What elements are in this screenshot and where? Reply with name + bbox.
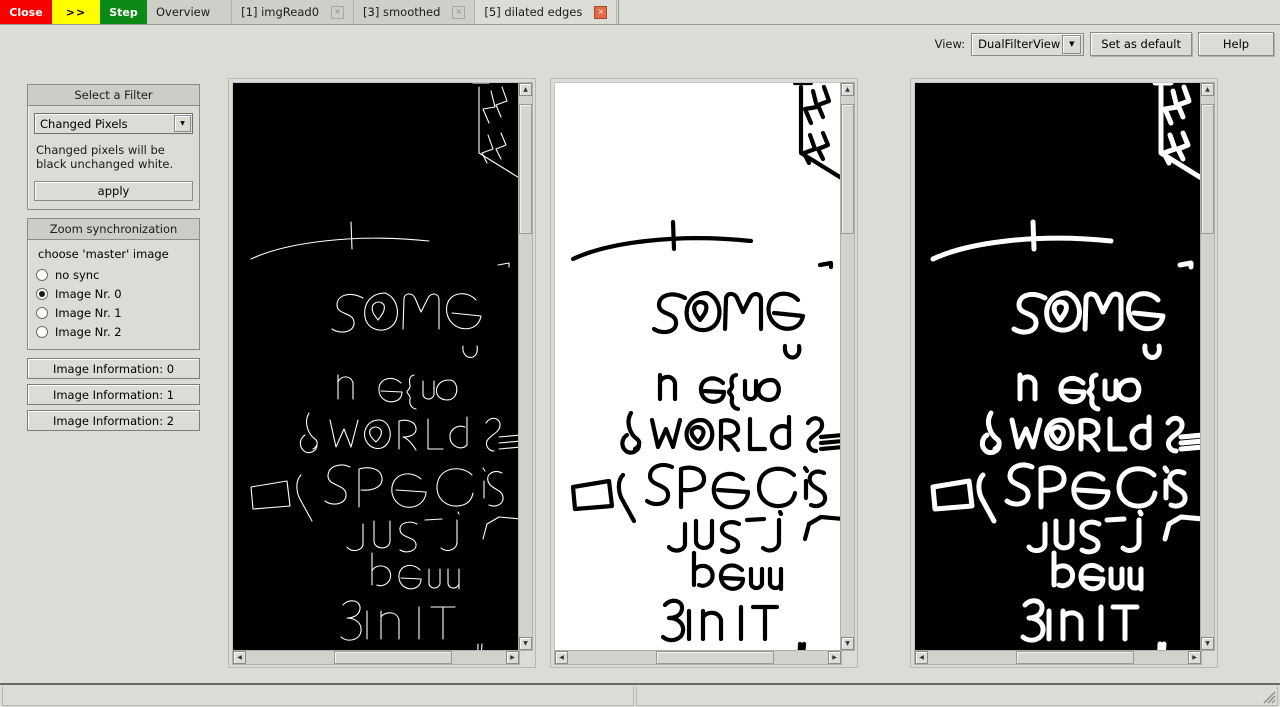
radio-image-2[interactable]: Image Nr. 2 [36,322,191,341]
radio-icon [36,306,48,319]
radio-image-1[interactable]: Image Nr. 1 [36,303,191,322]
top-toolbar: Close >> Step Overview [1] imgRead0 × [3… [0,0,1280,25]
tab-dilated-edges[interactable]: [5] dilated edges × [475,0,618,24]
scroll-down-icon[interactable]: ▼ [519,637,532,650]
edge-image-1 [555,83,841,650]
vertical-scrollbar-2[interactable]: ▲ ▼ [1200,82,1215,651]
tab-label: [3] smoothed [363,5,441,19]
select-filter-group: Select a Filter Changed Pixels ▼ Changed… [27,84,200,210]
tab-bar-divider [618,0,620,24]
zoom-sync-title: Zoom synchronization [28,219,199,240]
filter-description: Changed pixels will be black unchanged w… [36,143,174,171]
view-select[interactable]: DualFilterView ▼ [971,32,1085,56]
chevron-down-icon[interactable]: ▼ [1062,34,1082,54]
radio-label: Image Nr. 2 [55,324,122,339]
image-canvas-0[interactable] [232,82,520,651]
tab-label: [1] imgRead0 [241,5,320,19]
tab-label: Overview [156,5,211,19]
application-window: Close >> Step Overview [1] imgRead0 × [3… [0,0,1280,707]
horizontal-scrollbar-2[interactable]: ◀ ▶ [914,650,1202,665]
scroll-down-icon[interactable]: ▼ [841,637,854,650]
scroll-left-icon[interactable]: ◀ [915,651,928,664]
tab-smoothed[interactable]: [3] smoothed × [354,0,476,24]
vertical-scrollbar-0[interactable]: ▲ ▼ [518,82,533,651]
radio-label: Image Nr. 0 [55,286,122,301]
edge-image-2 [915,83,1201,650]
edge-image-0 [233,83,519,650]
help-button[interactable]: Help [1198,32,1274,56]
radio-label: Image Nr. 1 [55,305,122,320]
scroll-left-icon[interactable]: ◀ [233,651,246,664]
view-select-value: DualFilterView [978,37,1061,51]
scroll-up-icon[interactable]: ▲ [519,83,532,96]
radio-icon [36,325,48,338]
next-button[interactable]: >> [52,0,100,24]
scroll-up-icon[interactable]: ▲ [1201,83,1214,96]
scroll-right-icon[interactable]: ▶ [506,651,519,664]
scroll-up-icon[interactable]: ▲ [841,83,854,96]
filter-select-value: Changed Pixels [40,116,128,131]
tab-imgread0[interactable]: [1] imgRead0 × [232,0,355,24]
status-bar [0,683,1280,707]
horizontal-scroll-thumb[interactable] [334,651,452,664]
apply-button[interactable]: apply [34,181,193,201]
image-canvas-1[interactable] [554,82,842,651]
tab-overview[interactable]: Overview [147,0,233,24]
scroll-right-icon[interactable]: ▶ [1188,651,1201,664]
radio-icon [36,268,48,281]
horizontal-scrollbar-1[interactable]: ◀ ▶ [554,650,842,665]
tab-close-icon[interactable]: × [452,5,466,19]
close-button[interactable]: Close [0,0,52,24]
vertical-scroll-thumb[interactable] [519,104,532,234]
zoom-sync-hint: choose 'master' image [38,247,169,261]
image-information-0-button[interactable]: Image Information: 0 [27,358,200,379]
select-filter-title: Select a Filter [28,85,199,106]
radio-label: no sync [55,267,100,282]
image-information-2-button[interactable]: Image Information: 2 [27,410,200,431]
status-left-cell [2,686,634,706]
image-canvas-2[interactable] [914,82,1202,651]
radio-no-sync[interactable]: no sync [36,265,191,284]
left-sidebar: Select a Filter Changed Pixels ▼ Changed… [27,84,200,436]
zoom-sync-group: Zoom synchronization choose 'master' ima… [27,218,200,350]
scroll-right-icon[interactable]: ▶ [828,651,841,664]
view-label: View: [934,37,966,51]
image-pane-2[interactable]: ▲ ▼ ◀ ▶ [910,78,1218,668]
radio-icon [36,287,48,300]
vertical-scroll-thumb[interactable] [1201,104,1214,234]
horizontal-scroll-thumb[interactable] [656,651,774,664]
scroll-left-icon[interactable]: ◀ [555,651,568,664]
image-pane-1[interactable]: ▲ ▼ ◀ ▶ [550,78,858,668]
vertical-scroll-thumb[interactable] [841,104,854,234]
vertical-scrollbar-1[interactable]: ▲ ▼ [840,82,855,651]
view-toolbar: View: DualFilterView ▼ Set as default He… [934,32,1274,56]
radio-image-0[interactable]: Image Nr. 0 [36,284,191,303]
scroll-down-icon[interactable]: ▼ [1201,637,1214,650]
tab-close-icon[interactable]: × [594,5,608,19]
image-pane-0[interactable]: ▲ ▼ ◀ ▶ [228,78,536,668]
resize-grip-icon[interactable] [1262,690,1276,704]
set-as-default-button[interactable]: Set as default [1090,32,1192,56]
horizontal-scrollbar-0[interactable]: ◀ ▶ [232,650,520,665]
tab-close-icon[interactable]: × [331,5,345,19]
step-button[interactable]: Step [100,0,147,24]
horizontal-scroll-thumb[interactable] [1016,651,1134,664]
chevron-down-icon[interactable]: ▼ [174,115,191,132]
image-information-buttons: Image Information: 0 Image Information: … [27,358,200,431]
status-right-cell [636,686,1278,706]
filter-select[interactable]: Changed Pixels ▼ [34,113,193,134]
image-information-1-button[interactable]: Image Information: 1 [27,384,200,405]
tab-label: [5] dilated edges [484,5,583,19]
